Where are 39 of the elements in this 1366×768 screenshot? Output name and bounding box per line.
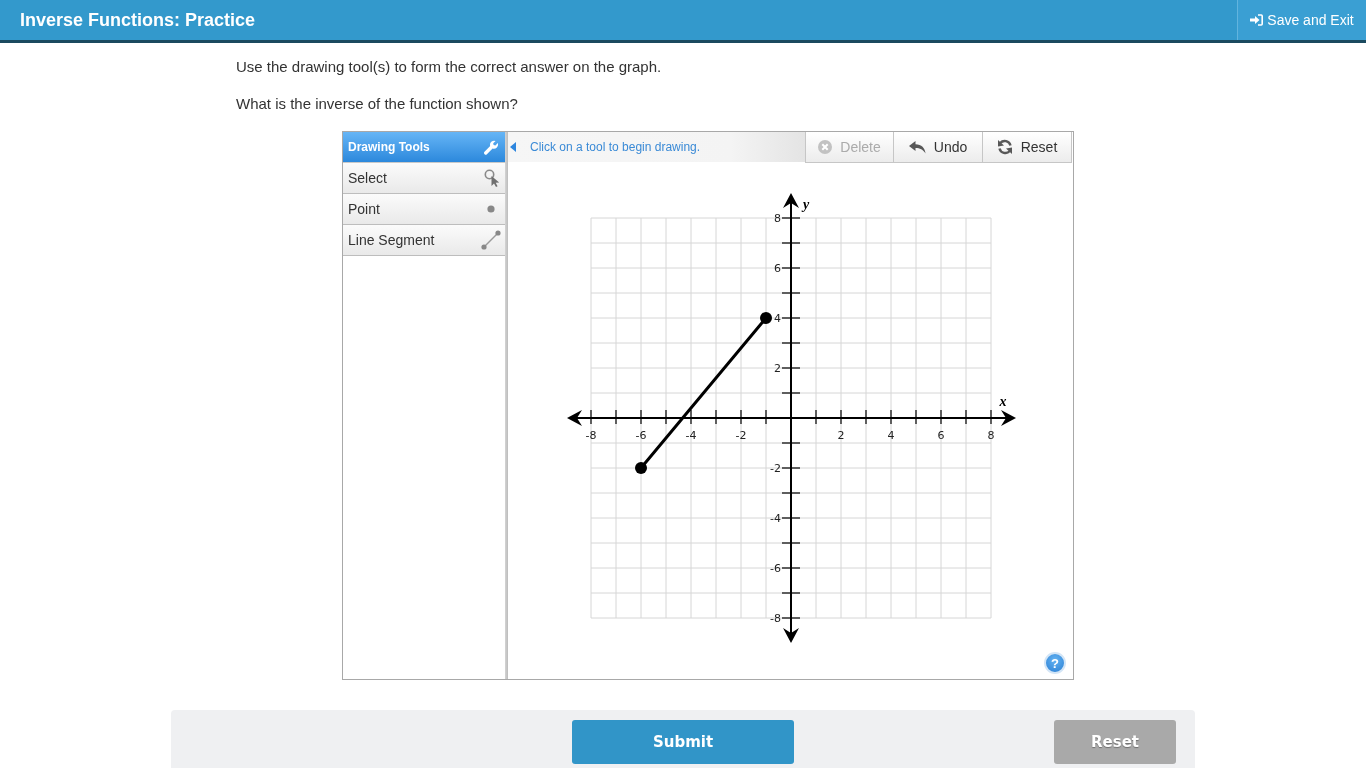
tick-label: -4	[770, 512, 781, 525]
tick-label: 8	[774, 212, 781, 225]
tick-label: 4	[887, 429, 895, 442]
reset-button[interactable]: Reset	[983, 132, 1072, 163]
caret-icon	[510, 142, 516, 152]
tick-label: -8	[585, 429, 597, 442]
dot-icon	[487, 205, 495, 213]
sign-in-icon	[1250, 14, 1264, 26]
tick-label: 6	[774, 262, 781, 275]
tick-label: 2	[837, 429, 845, 442]
endpoint	[635, 462, 647, 474]
endpoint	[760, 312, 772, 324]
tool-button[interactable]: Line Segment	[343, 225, 505, 256]
tick-label: -2	[735, 429, 747, 442]
tick-label: -6	[635, 429, 647, 442]
tick-label: 4	[774, 312, 781, 325]
undo-icon	[908, 140, 926, 154]
tick-label: 6	[937, 429, 945, 442]
panel-title: Drawing Tools	[348, 140, 430, 154]
axis-label: x	[999, 394, 1007, 409]
tick-label: 8	[987, 429, 995, 442]
page-title: Inverse Functions: Practice	[20, 9, 256, 31]
magnifier-pointer-icon	[484, 169, 501, 187]
tick-label: -6	[770, 562, 781, 575]
tick-label: -8	[770, 612, 781, 625]
wrench-icon	[483, 139, 498, 155]
instruction-text: Use the drawing tool(s) to form the correct answer on the graph.	[236, 57, 662, 77]
tick-label: 2	[774, 362, 781, 375]
tool-button[interactable]: Point	[343, 194, 505, 225]
instruction-text: What is the inverse of the function shown?	[236, 94, 518, 114]
segment-icon	[481, 230, 501, 250]
axis-label: y	[802, 197, 810, 212]
x-circle-icon	[818, 140, 833, 154]
tick-label: -2	[770, 462, 781, 475]
undo-button[interactable]: Undo	[894, 132, 983, 163]
tool-button[interactable]: Select	[343, 163, 505, 194]
status-message: Click on a tool to begin drawing.	[530, 140, 701, 154]
refresh-icon	[996, 139, 1013, 155]
tick-label: -4	[685, 429, 697, 442]
